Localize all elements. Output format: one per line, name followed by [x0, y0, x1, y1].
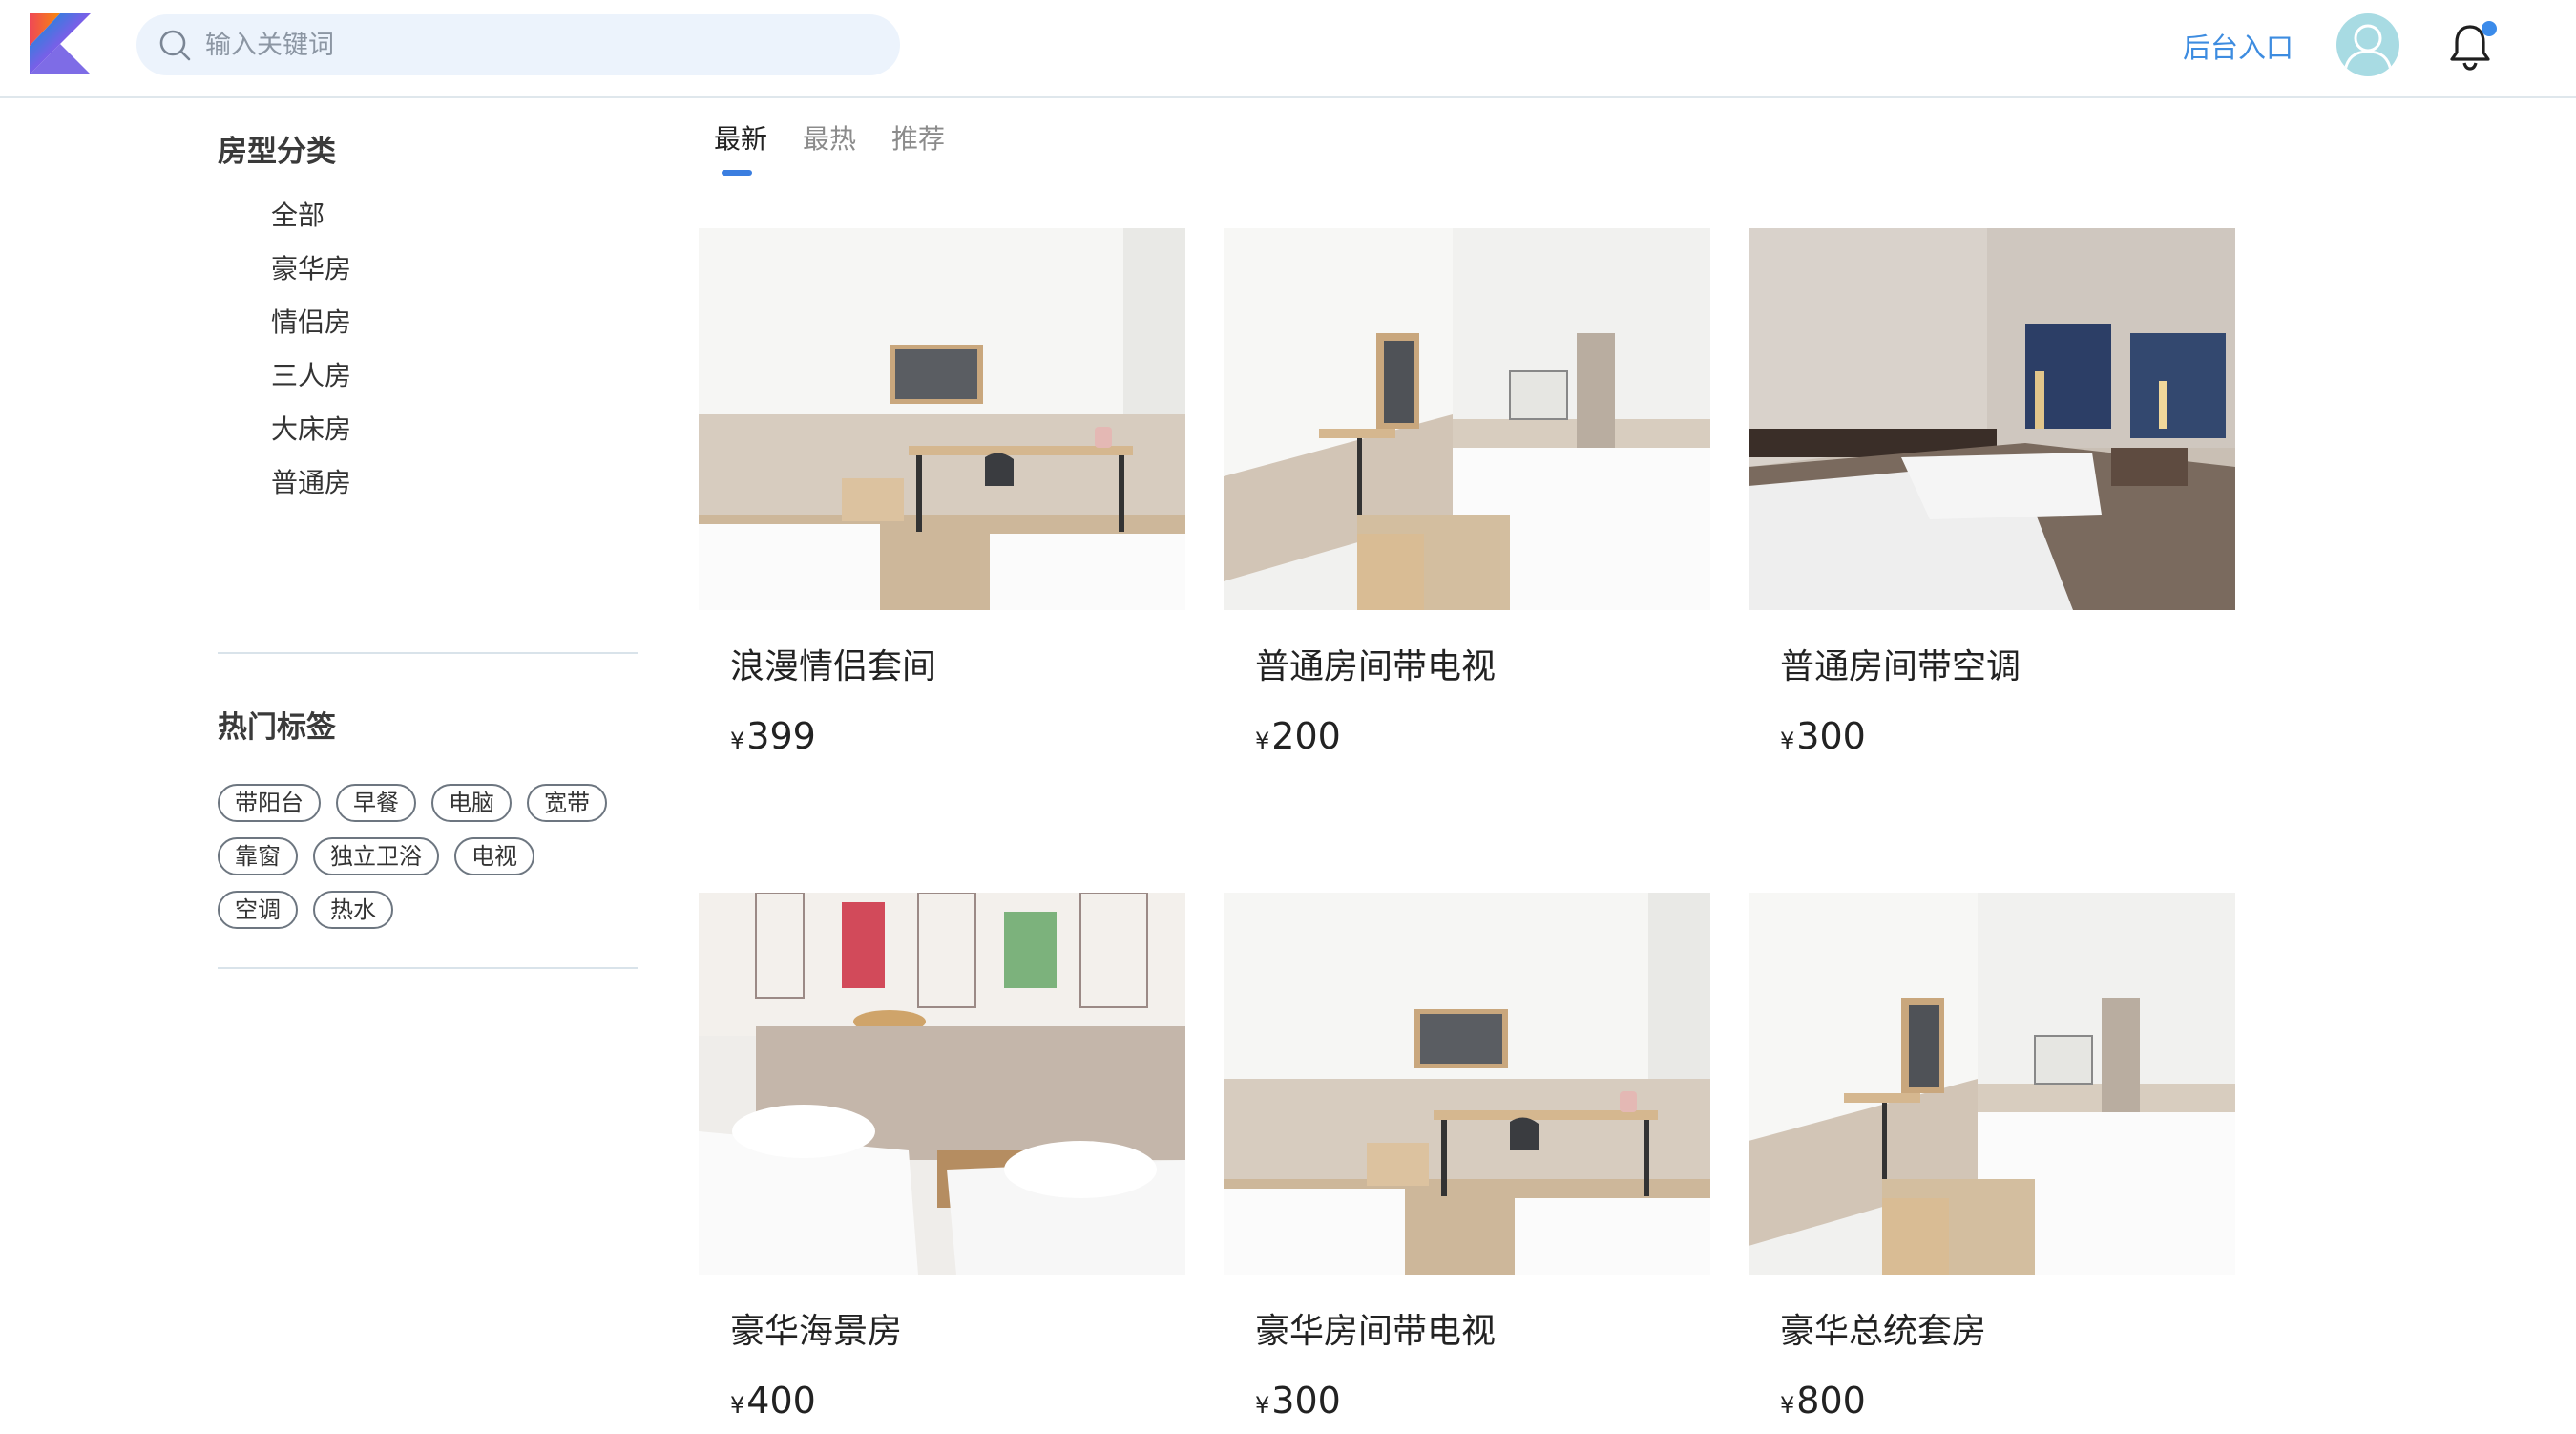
- tag-private-bathroom[interactable]: 独立卫浴: [313, 837, 439, 875]
- currency-symbol: ¥: [1780, 1392, 1795, 1419]
- top-header: 后台入口: [0, 0, 2576, 98]
- room-name[interactable]: 豪华房间带电视: [1255, 1303, 1496, 1353]
- sidebar-divider-bottom: [218, 967, 638, 969]
- currency-symbol: ¥: [1255, 1392, 1270, 1419]
- tag-computer[interactable]: 电脑: [431, 784, 512, 822]
- price-value: 800: [1796, 1380, 1866, 1422]
- room-type-all[interactable]: 全部: [271, 189, 351, 243]
- currency-symbol: ¥: [1255, 728, 1270, 754]
- room-name[interactable]: 浪漫情侣套间: [730, 639, 936, 688]
- room-price: ¥300: [1255, 1380, 1341, 1422]
- tab-hottest[interactable]: 最热: [803, 118, 856, 176]
- room-photo[interactable]: [1749, 228, 2235, 610]
- currency-symbol: ¥: [730, 1392, 745, 1419]
- room-type-couple[interactable]: 情侣房: [271, 296, 351, 349]
- room-photo[interactable]: [1224, 893, 1710, 1275]
- room-card[interactable]: 普通房间带电视 ¥200: [1224, 228, 1710, 757]
- room-type-standard[interactable]: 普通房: [271, 456, 351, 510]
- user-avatar-icon[interactable]: [2336, 13, 2399, 76]
- search-bar[interactable]: [136, 14, 900, 75]
- room-type-list: 全部 豪华房 情侣房 三人房 大床房 普通房: [271, 189, 351, 510]
- room-name[interactable]: 普通房间带电视: [1255, 639, 1496, 688]
- room-name[interactable]: 豪华总统套房: [1780, 1303, 1986, 1353]
- tag-breakfast[interactable]: 早餐: [336, 784, 416, 822]
- room-price: ¥200: [1255, 715, 1341, 757]
- price-value: 300: [1271, 1380, 1341, 1422]
- search-icon: [159, 30, 191, 61]
- tag-window[interactable]: 靠窗: [218, 837, 298, 875]
- room-card[interactable]: 豪华房间带电视 ¥300: [1224, 893, 1710, 1422]
- currency-symbol: ¥: [730, 728, 745, 754]
- room-photo[interactable]: [1224, 228, 1710, 610]
- room-name[interactable]: 豪华海景房: [730, 1303, 902, 1353]
- tag-air-conditioning[interactable]: 空调: [218, 891, 298, 929]
- sort-tabs: 最新 最热 推荐: [714, 118, 980, 176]
- room-price: ¥399: [730, 715, 816, 757]
- tag-hot-water[interactable]: 热水: [313, 891, 393, 929]
- kotlin-logo-icon[interactable]: [30, 13, 91, 74]
- tag-balcony[interactable]: 带阳台: [218, 784, 321, 822]
- room-type-king[interactable]: 大床房: [271, 403, 351, 456]
- room-card[interactable]: 豪华海景房 ¥400: [699, 893, 1185, 1422]
- room-price: ¥800: [1780, 1380, 1866, 1422]
- room-type-deluxe[interactable]: 豪华房: [271, 243, 351, 296]
- tab-recommended[interactable]: 推荐: [891, 118, 945, 176]
- room-photo[interactable]: [1749, 893, 2235, 1275]
- tag-tv[interactable]: 电视: [454, 837, 534, 875]
- room-photo[interactable]: [699, 893, 1185, 1275]
- room-name[interactable]: 普通房间带空调: [1780, 639, 2021, 688]
- room-card[interactable]: 浪漫情侣套间 ¥399: [699, 228, 1185, 757]
- room-type-triple[interactable]: 三人房: [271, 349, 351, 403]
- hot-tags-list: 带阳台 早餐 电脑 宽带 靠窗 独立卫浴 电视 空调 热水: [218, 776, 638, 937]
- price-value: 400: [746, 1380, 816, 1422]
- tab-latest[interactable]: 最新: [714, 118, 767, 176]
- room-card[interactable]: 豪华总统套房 ¥800: [1749, 893, 2235, 1422]
- room-price: ¥300: [1780, 715, 1866, 757]
- room-price: ¥400: [730, 1380, 816, 1422]
- price-value: 300: [1796, 715, 1866, 757]
- currency-symbol: ¥: [1780, 728, 1795, 754]
- room-card[interactable]: 普通房间带空调 ¥300: [1749, 228, 2235, 757]
- search-input[interactable]: [205, 26, 854, 64]
- price-value: 399: [746, 715, 816, 757]
- hot-tags-title: 热门标签: [218, 710, 336, 745]
- room-photo[interactable]: [699, 228, 1185, 610]
- unread-badge: [2482, 21, 2497, 36]
- admin-entry-link[interactable]: 后台入口: [2183, 26, 2293, 66]
- tag-broadband[interactable]: 宽带: [527, 784, 607, 822]
- avatar-silhouette-icon: [2343, 24, 2393, 72]
- sidebar-divider: [218, 652, 638, 654]
- price-value: 200: [1271, 715, 1341, 757]
- room-types-title: 房型分类: [218, 135, 336, 169]
